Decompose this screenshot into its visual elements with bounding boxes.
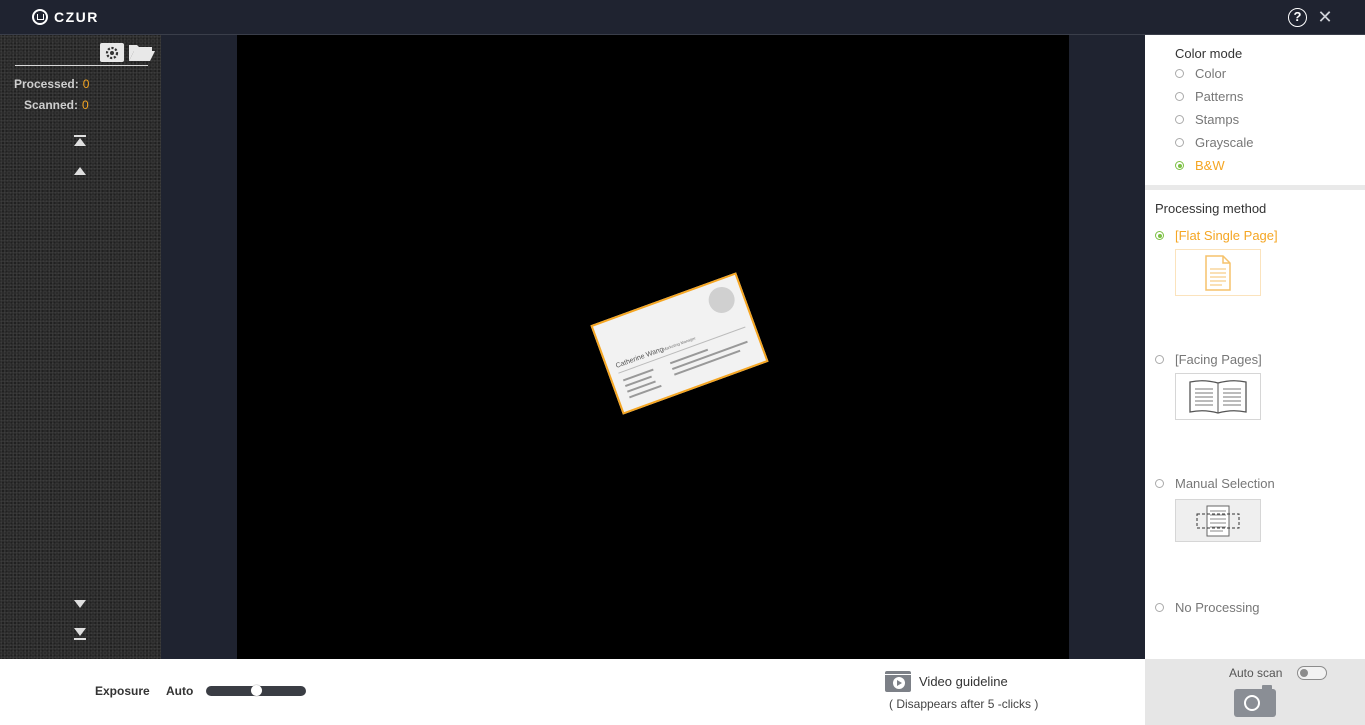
czur-logo: CZUR: [32, 9, 99, 25]
auto-scan-label: Auto scan: [1229, 666, 1283, 680]
processed-label: Processed:: [14, 77, 79, 91]
next-page-icon[interactable]: [73, 598, 87, 610]
processed-stat: Processed: 0: [14, 77, 89, 91]
left-panel: Processed: 0 Scanned: 0: [0, 35, 161, 659]
radio-selected-icon[interactable]: [1175, 161, 1184, 170]
prev-page-icon[interactable]: [73, 165, 87, 177]
radio-icon[interactable]: [1175, 69, 1184, 78]
option-label: B&W: [1195, 158, 1225, 173]
manual-selection-icon[interactable]: [1175, 499, 1261, 542]
auto-scan-toggle[interactable]: [1297, 666, 1327, 680]
exposure-auto-label[interactable]: Auto: [166, 684, 193, 698]
video-guideline-icon[interactable]: [885, 671, 911, 692]
color-mode-option-color[interactable]: Color: [1175, 66, 1226, 81]
option-label: Grayscale: [1195, 135, 1254, 150]
toggle-knob: [1300, 669, 1308, 677]
option-label: [Flat Single Page]: [1175, 228, 1278, 243]
scanned-label: Scanned:: [24, 98, 79, 112]
left-panel-divider: [15, 65, 148, 66]
method-option-no-processing[interactable]: No Processing: [1155, 600, 1260, 615]
method-option-facing-pages[interactable]: [Facing Pages]: [1155, 352, 1262, 367]
camera-preview[interactable]: Catherine Wang Marketing Manager: [237, 35, 1069, 659]
color-mode-title: Color mode: [1175, 46, 1243, 61]
color-mode-option-grayscale[interactable]: Grayscale: [1175, 135, 1254, 150]
option-label: Manual Selection: [1175, 476, 1275, 491]
business-card: Catherine Wang Marketing Manager: [590, 272, 769, 415]
single-page-icon[interactable]: [1175, 249, 1261, 296]
last-page-icon[interactable]: [73, 628, 87, 640]
radio-icon[interactable]: [1175, 138, 1184, 147]
radio-icon[interactable]: [1175, 115, 1184, 124]
exposure-slider-handle[interactable]: [250, 685, 262, 696]
option-label: Stamps: [1195, 112, 1240, 127]
option-label: [Facing Pages]: [1175, 352, 1262, 367]
option-label: Patterns: [1195, 89, 1244, 104]
scan-area: Auto scan: [1145, 659, 1365, 725]
card-logo: [704, 283, 739, 317]
processed-count: 0: [82, 77, 90, 91]
option-label: No Processing: [1175, 600, 1260, 615]
color-mode-option-bw[interactable]: B&W: [1175, 158, 1225, 173]
right-panel: Color mode Color Patterns Stamps Graysca…: [1145, 35, 1365, 659]
radio-icon[interactable]: [1155, 603, 1164, 612]
settings-icon[interactable]: [100, 43, 124, 62]
method-option-manual-selection[interactable]: Manual Selection: [1155, 476, 1275, 491]
first-page-icon[interactable]: [73, 135, 87, 147]
open-book-icon[interactable]: [1175, 373, 1261, 420]
app-name: CZUR: [54, 9, 99, 25]
section-separator: [1145, 185, 1365, 190]
color-mode-option-patterns[interactable]: Patterns: [1175, 89, 1243, 104]
exposure-label: Exposure: [95, 684, 150, 698]
card-text-line: [671, 340, 748, 370]
question-circle-icon[interactable]: ?: [1288, 8, 1307, 27]
scanned-stat: Scanned: 0: [24, 98, 89, 112]
scanned-count: 0: [82, 98, 89, 112]
camera-icon: [1244, 695, 1260, 711]
camera-scan-button[interactable]: [1234, 685, 1276, 717]
radio-icon[interactable]: [1155, 355, 1164, 364]
video-guideline-note: ( Disappears after 5 -clicks ): [889, 697, 1039, 711]
radio-icon[interactable]: [1155, 479, 1164, 488]
title-bar: CZUR ? ✕: [0, 0, 1365, 35]
radio-icon[interactable]: [1175, 92, 1184, 101]
option-label: Color: [1195, 66, 1227, 81]
close-icon[interactable]: ✕: [1316, 7, 1334, 27]
bottom-toolbar: Exposure Auto Video guideline ( Disappea…: [0, 659, 1145, 725]
color-mode-option-stamps[interactable]: Stamps: [1175, 112, 1239, 127]
processing-method-title: Processing method: [1155, 201, 1267, 216]
folder-icon[interactable]: [128, 43, 156, 62]
play-icon: [893, 677, 905, 689]
radio-selected-icon[interactable]: [1155, 231, 1164, 240]
card-text-line: [629, 384, 662, 399]
czur-logo-icon: [32, 9, 48, 25]
method-option-flat-single-page[interactable]: [Flat Single Page]: [1155, 228, 1278, 243]
video-guideline-link[interactable]: Video guideline: [919, 674, 1008, 689]
